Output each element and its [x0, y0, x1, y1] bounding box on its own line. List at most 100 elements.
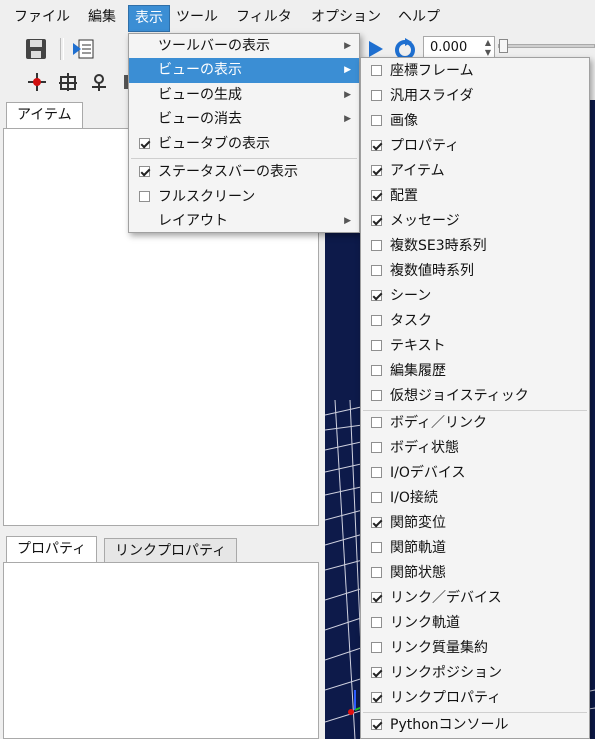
spin-arrows-icon[interactable]: ▲ ▼ — [485, 38, 491, 58]
submenu-item[interactable]: 汎用スライダ — [361, 84, 589, 109]
submenu-item[interactable]: 関節軌道 — [361, 536, 589, 561]
link-origin-icon[interactable] — [24, 69, 50, 95]
checkbox-unchecked[interactable] — [371, 90, 382, 101]
checkbox-checked[interactable] — [371, 165, 382, 176]
checkbox-unchecked[interactable] — [371, 442, 382, 453]
menu-item-view-tabs[interactable]: ビュータブの表示 — [129, 132, 359, 157]
submenu-item[interactable]: 複数SE3時系列 — [361, 234, 589, 259]
submenu-item-label: 複数値時系列 — [390, 263, 474, 279]
checkbox-checked[interactable] — [139, 166, 150, 177]
checkbox-unchecked[interactable] — [371, 315, 382, 326]
checkbox-checked[interactable] — [371, 692, 382, 703]
submenu-item[interactable]: テキスト — [361, 334, 589, 359]
checkbox-unchecked[interactable] — [371, 492, 382, 503]
checkbox-checked[interactable] — [371, 215, 382, 226]
submenu-arrow-icon: ▶ — [344, 41, 351, 51]
checkbox-unchecked[interactable] — [371, 567, 382, 578]
view-menu: ツールバーの表示 ▶ ビューの表示 ▶ ビューの生成 ▶ ビューの消去 ▶ ビュータブの… — [128, 33, 360, 233]
checkbox-checked[interactable] — [371, 290, 382, 301]
submenu-item[interactable]: ボディ／リンク — [361, 411, 589, 436]
menu-tools[interactable]: ツール — [170, 0, 224, 34]
tab-properties[interactable]: プロパティ — [6, 536, 98, 563]
submenu-arrow-icon: ▶ — [344, 216, 351, 226]
checkbox-unchecked[interactable] — [371, 642, 382, 653]
checkbox-unchecked[interactable] — [371, 115, 382, 126]
submenu-item[interactable]: リンク軌道 — [361, 611, 589, 636]
menu-item-layout[interactable]: レイアウト ▶ — [129, 209, 359, 234]
submenu-item[interactable]: メッセージ — [361, 209, 589, 234]
checkbox-unchecked[interactable] — [371, 340, 382, 351]
toolbar-separator — [60, 38, 64, 60]
slider-handle[interactable] — [499, 39, 508, 53]
checkbox-unchecked[interactable] — [371, 417, 382, 428]
submenu-item-label: テキスト — [390, 338, 446, 354]
checkbox-checked[interactable] — [371, 719, 382, 730]
submenu-item-label: ボディ／リンク — [390, 415, 488, 431]
submenu-item[interactable]: 座標フレーム — [361, 59, 589, 84]
tab-items[interactable]: アイテム — [6, 102, 83, 129]
submenu-item-label: 汎用スライダ — [390, 88, 474, 104]
menu-item-create-view[interactable]: ビューの生成 ▶ — [129, 83, 359, 108]
submenu-item[interactable]: 複数値時系列 — [361, 259, 589, 284]
submenu-item-label: リンク質量集約 — [390, 640, 488, 656]
submenu-item[interactable]: Pythonコンソール — [361, 713, 589, 738]
time-slider[interactable] — [498, 39, 595, 53]
checkbox-checked[interactable] — [371, 140, 382, 151]
menu-file[interactable]: ファイル — [8, 0, 76, 34]
submenu-item[interactable]: 仮想ジョイスティック — [361, 384, 589, 409]
submenu-item[interactable]: リンクプロパティ — [361, 686, 589, 711]
checkbox-unchecked[interactable] — [371, 240, 382, 251]
submenu-item[interactable]: ボディ状態 — [361, 436, 589, 461]
submenu-item[interactable]: 関節変位 — [361, 511, 589, 536]
submenu-item[interactable]: 画像 — [361, 109, 589, 134]
submenu-item[interactable]: リンク／デバイス — [361, 586, 589, 611]
submenu-arrow-icon: ▶ — [344, 114, 351, 124]
tab-link-properties[interactable]: リンクプロパティ — [104, 538, 238, 562]
submenu-item[interactable]: シーン — [361, 284, 589, 309]
save-icon[interactable] — [23, 36, 49, 62]
menu-item-delete-view[interactable]: ビューの消去 ▶ — [129, 107, 359, 132]
checkbox-unchecked[interactable] — [371, 617, 382, 628]
checkbox-unchecked[interactable] — [371, 390, 382, 401]
menu-bar: ファイル 編集 表示 ツール フィルタ オプション ヘルプ — [0, 0, 595, 35]
checkbox-checked[interactable] — [371, 667, 382, 678]
submenu-item-label: アイテム — [390, 163, 445, 179]
submenu-item-label: ボディ状態 — [390, 440, 460, 456]
submenu-item[interactable]: I/O接続 — [361, 486, 589, 511]
checkbox-unchecked[interactable] — [371, 65, 382, 76]
checkbox-checked[interactable] — [139, 138, 150, 149]
submenu-item[interactable]: リンク質量集約 — [361, 636, 589, 661]
checkbox-unchecked[interactable] — [139, 191, 150, 202]
submenu-item[interactable]: タスク — [361, 309, 589, 334]
menu-edit[interactable]: 編集 — [82, 0, 122, 34]
submenu-item[interactable]: I/Oデバイス — [361, 461, 589, 486]
zmp-icon[interactable] — [86, 69, 112, 95]
submenu-item[interactable]: 関節状態 — [361, 561, 589, 586]
checkbox-unchecked[interactable] — [371, 542, 382, 553]
checkbox-unchecked[interactable] — [371, 365, 382, 376]
menu-help[interactable]: ヘルプ — [392, 0, 446, 34]
menu-item-fullscreen[interactable]: フルスクリーン — [129, 185, 359, 210]
menu-view[interactable]: 表示 — [128, 5, 170, 32]
show-view-submenu: 座標フレーム汎用スライダ画像 プロパティアイテム配置 メッセージ 複数SE3時系列複数… — [360, 57, 590, 739]
load-icon[interactable] — [70, 36, 96, 62]
submenu-item-label: リンクポジション — [390, 665, 502, 681]
checkbox-checked[interactable] — [371, 517, 382, 528]
checkbox-unchecked[interactable] — [371, 467, 382, 478]
submenu-item[interactable]: 編集履歴 — [361, 359, 589, 384]
menu-item-show-view[interactable]: ビューの表示 ▶ — [129, 58, 359, 83]
submenu-item-label: I/O接続 — [390, 490, 438, 506]
submenu-item[interactable]: アイテム — [361, 159, 589, 184]
submenu-item[interactable]: 配置 — [361, 184, 589, 209]
checkbox-checked[interactable] — [371, 592, 382, 603]
checkbox-unchecked[interactable] — [371, 265, 382, 276]
submenu-arrow-icon: ▶ — [344, 90, 351, 100]
submenu-item[interactable]: リンクポジション — [361, 661, 589, 686]
menu-item-toolbar-display[interactable]: ツールバーの表示 ▶ — [129, 34, 359, 59]
menu-item-statusbar[interactable]: ステータスバーの表示 — [129, 160, 359, 185]
checkbox-checked[interactable] — [371, 190, 382, 201]
submenu-item[interactable]: プロパティ — [361, 134, 589, 159]
center-of-mass-icon[interactable] — [55, 69, 81, 95]
menu-filter[interactable]: フィルタ — [230, 0, 298, 34]
menu-options[interactable]: オプション — [305, 0, 387, 34]
